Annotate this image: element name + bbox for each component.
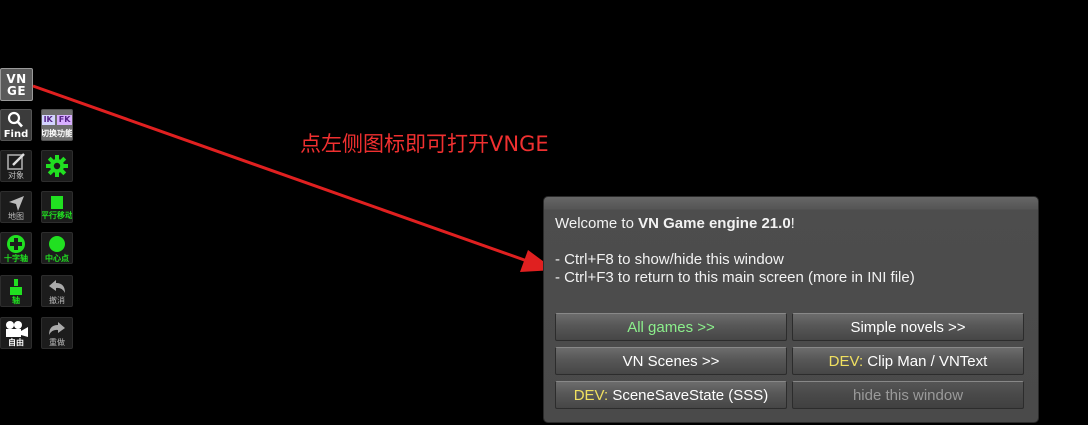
- dev-prefix: DEV:: [828, 352, 864, 370]
- simple-novels-button[interactable]: Simple novels >>: [792, 313, 1024, 341]
- clip-man-label: Clip Man / VNText: [863, 352, 988, 370]
- welcome-suffix: !: [790, 215, 795, 232]
- hide-window-button[interactable]: hide this window: [792, 381, 1024, 409]
- welcome-text: Welcome to VN Game engine 21.0! - Ctrl+F…: [555, 215, 1028, 287]
- all-games-button[interactable]: All games >>: [555, 313, 787, 341]
- dev-prefix: DEV:: [573, 386, 609, 404]
- engine-version: VN Game engine 21.0: [638, 215, 791, 232]
- scene-save-state-label: SceneSaveState (SSS): [608, 386, 769, 404]
- vn-scenes-button[interactable]: VN Scenes >>: [555, 347, 787, 375]
- hotkey-show-hide-line: - Ctrl+F8 to show/hide this window: [555, 251, 784, 268]
- annotation-text: 点左侧图标即可打开VNGE: [300, 132, 549, 156]
- welcome-line: Welcome to VN Game engine 21.0!: [555, 215, 1028, 233]
- clip-man-button[interactable]: DEV: Clip Man / VNText: [792, 347, 1024, 375]
- scene-save-state-button[interactable]: DEV: SceneSaveState (SSS): [555, 381, 787, 409]
- welcome-prefix: Welcome to: [555, 215, 639, 232]
- hotkey-main-screen-line: - Ctrl+F3 to return to this main screen …: [555, 269, 915, 286]
- vnge-welcome-panel: Welcome to VN Game engine 21.0! - Ctrl+F…: [543, 196, 1039, 423]
